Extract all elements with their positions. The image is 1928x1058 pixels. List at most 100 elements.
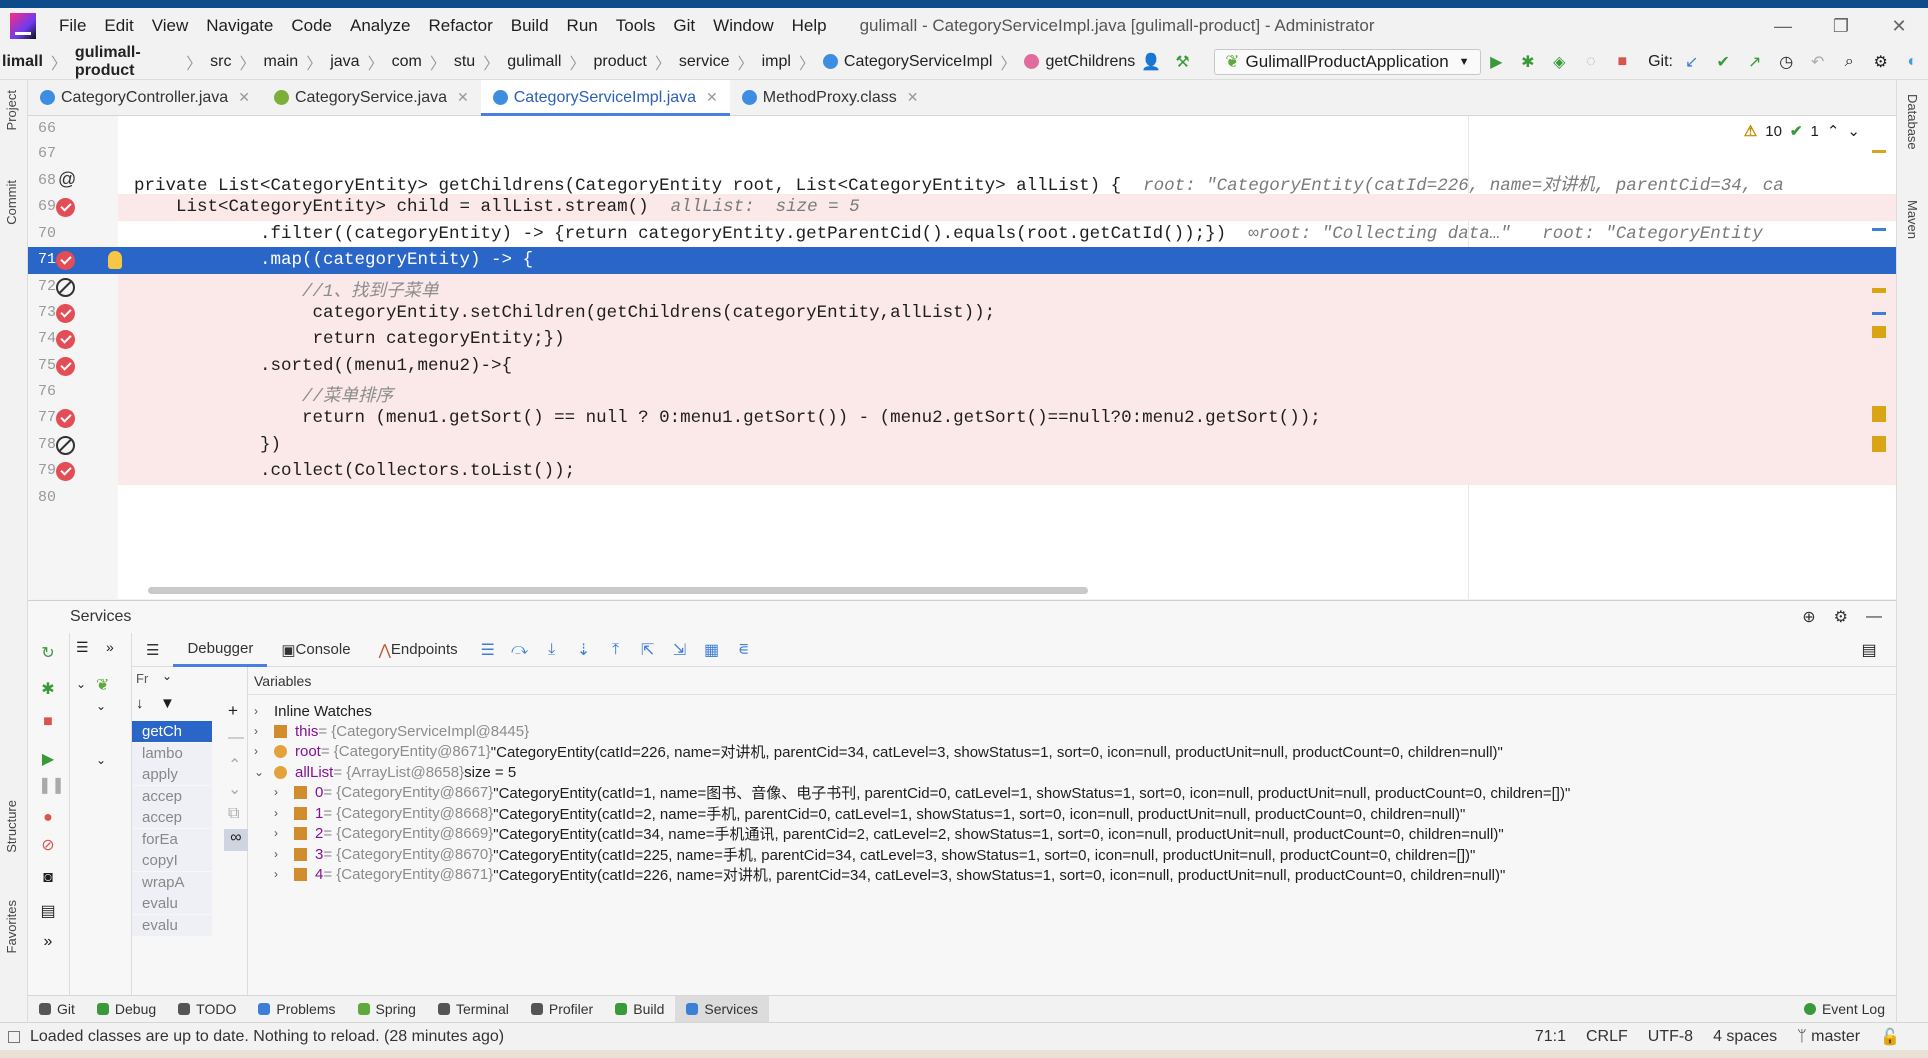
chevron-right-icon[interactable]: ›	[254, 744, 268, 758]
status-message[interactable]: Loaded classes are up to date. Nothing t…	[30, 1028, 504, 1046]
build-hammer-icon[interactable]: ⚒	[1170, 49, 1196, 75]
chevron-down-icon[interactable]: ⌄	[254, 765, 268, 779]
evaluate-icon[interactable]: ▦	[699, 637, 725, 663]
more-icon[interactable]: »	[106, 639, 114, 655]
chevron-right-icon[interactable]: ›	[274, 826, 288, 840]
layout-icon[interactable]: ▤	[38, 901, 58, 921]
debug-icon[interactable]: ✱	[38, 679, 58, 699]
git-branch[interactable]: ᛘ master	[1797, 1028, 1860, 1046]
history-icon[interactable]: ◷	[1773, 49, 1799, 75]
breadcrumb-item[interactable]: 〉 CategoryServiceImpl	[791, 50, 993, 74]
tool-tab-problems[interactable]: Problems	[247, 996, 346, 1023]
chevron-right-icon[interactable]: ›	[274, 847, 288, 861]
tab-console[interactable]: ▣ Console	[267, 633, 364, 667]
project-tool-label[interactable]: Project	[4, 90, 19, 130]
menu-navigate[interactable]: Navigate	[197, 16, 282, 36]
step-into-icon[interactable]: ⤓	[539, 637, 565, 663]
arrow-down-icon[interactable]: ↓	[136, 695, 144, 712]
rollback-icon[interactable]: ↶	[1805, 49, 1831, 75]
chevron-down-icon[interactable]: ⌄	[162, 669, 172, 683]
mute-breakpoints-icon[interactable]: ⊘	[38, 835, 58, 855]
variable-row[interactable]: › 0 = {CategoryEntity@8667} "CategoryEnti…	[274, 782, 1570, 802]
chevron-down-icon[interactable]: ⌄	[76, 677, 86, 691]
collapse-all-icon[interactable]: ☰	[76, 639, 89, 656]
variable-row[interactable]: › 4 = {CategoryEntity@8671} "CategoryEnti…	[274, 864, 1505, 884]
stack-frame[interactable]: getCh	[132, 721, 212, 742]
breakpoint-icon[interactable]	[56, 304, 75, 323]
variable-row[interactable]: › 3 = {CategoryEntity@8670} "CategoryEnti…	[274, 844, 1475, 864]
problems-indicator[interactable]: ⚠ 10 ✔ 1 ⌃ ⌄	[1744, 122, 1860, 141]
commit-tool-label[interactable]: Commit	[4, 180, 19, 225]
view-breakpoints-icon[interactable]: ●	[38, 809, 58, 829]
breadcrumb-item[interactable]: limall	[0, 53, 43, 71]
variable-row[interactable]: › 2 = {CategoryEntity@8669} "CategoryEnti…	[274, 823, 1504, 843]
code-line[interactable]: 72 //1、找到子菜单	[28, 274, 1896, 307]
favorites-tool-label[interactable]: Favorites	[4, 900, 19, 953]
menu-view[interactable]: View	[143, 16, 198, 36]
chevron-right-icon[interactable]: ›	[254, 704, 268, 718]
event-log-button[interactable]: Event Log	[1793, 996, 1896, 1023]
breakpoint-icon[interactable]	[56, 198, 75, 217]
stack-frame[interactable]: accep	[132, 785, 212, 807]
drop-frame-icon[interactable]: ⇱	[635, 637, 661, 663]
spring-boot-icon[interactable]: ❦	[96, 675, 109, 695]
step-over-icon[interactable]: ⤼	[507, 637, 533, 663]
breadcrumb-item[interactable]: 〉 com	[360, 50, 422, 74]
breadcrumb-item[interactable]: 〉 stu	[422, 50, 475, 74]
restore-layout-icon[interactable]: ▤	[1856, 637, 1882, 663]
status-toggle-icon[interactable]	[8, 1030, 20, 1043]
code-line[interactable]: 67	[28, 141, 1896, 174]
step-out-icon[interactable]: ⤒	[603, 637, 629, 663]
tool-tab-git[interactable]: Git	[28, 996, 86, 1023]
stack-frame[interactable]: evalu	[132, 914, 212, 936]
gear-icon[interactable]: ⚙	[1834, 607, 1848, 627]
stack-frame[interactable]: lambo	[132, 742, 212, 764]
git-push-icon[interactable]: ↗	[1742, 49, 1768, 75]
stack-frame[interactable]: forEa	[132, 828, 212, 850]
crosshair-icon[interactable]: ⊕	[1802, 607, 1815, 627]
code-line[interactable]: 70 .filter((categoryEntity) -> {return c…	[28, 221, 1896, 254]
breadcrumb-item[interactable]: 〉 service	[647, 50, 730, 74]
code-line[interactable]: 68 @ private List<CategoryEntity> getChild…	[28, 168, 1896, 201]
force-step-into-icon[interactable]: ⇣	[571, 637, 597, 663]
stack-frame[interactable]: copyI	[132, 850, 212, 871]
horizontal-scrollbar[interactable]	[148, 587, 1088, 594]
run-to-cursor-icon[interactable]: ⇲	[667, 637, 693, 663]
line-separator[interactable]: CRLF	[1586, 1028, 1628, 1046]
tool-tab-todo[interactable]: TODO	[167, 996, 247, 1023]
next-highlight-icon[interactable]: ⌄	[1847, 122, 1860, 140]
breadcrumb-item[interactable]: 〉 getChildrens	[992, 50, 1135, 74]
chevron-right-icon[interactable]: ›	[274, 867, 288, 881]
code-line[interactable]: 79 .collect(Collectors.toList());	[28, 458, 1896, 491]
tab-endpoints[interactable]: ⋀ Endpoints	[365, 633, 472, 667]
trace-icon[interactable]: ⋷	[731, 637, 757, 663]
tool-tab-profiler[interactable]: Profiler	[520, 996, 604, 1023]
menu-refactor[interactable]: Refactor	[419, 16, 501, 36]
breadcrumb-item[interactable]: 〉 gulimall-product	[43, 44, 178, 80]
menu-window[interactable]: Window	[704, 16, 782, 36]
breadcrumb-item[interactable]: 〉 main	[232, 50, 299, 74]
user-icon[interactable]: 👤	[1138, 49, 1164, 75]
stack-frame[interactable]: wrapA	[132, 871, 212, 893]
close-icon[interactable]: ✕	[238, 89, 250, 106]
tab-categoryserviceimpl-java[interactable]: CategoryServiceImpl.java ✕	[480, 80, 730, 116]
code-editor[interactable]: 66 67 68 @ private List<CategoryEntity> getC…	[28, 116, 1896, 599]
menu-git[interactable]: Git	[664, 16, 704, 36]
run-configuration-select[interactable]: ❦ GulimallProductApplication ▼	[1214, 48, 1481, 75]
stack-frame[interactable]: accep	[132, 807, 212, 828]
lightbulb-icon[interactable]	[108, 251, 122, 269]
search-icon[interactable]: ⌕	[1836, 49, 1862, 75]
gear-icon[interactable]: ⚙	[1868, 49, 1894, 75]
menu-help[interactable]: Help	[783, 16, 836, 36]
caret-position[interactable]: 71:1	[1535, 1028, 1566, 1046]
menu-code[interactable]: Code	[282, 16, 341, 36]
variable-row[interactable]: › 1 = {CategoryEntity@8668} "CategoryEnti…	[274, 803, 1465, 823]
chevron-right-icon[interactable]: ›	[274, 785, 288, 799]
tab-debugger[interactable]: Debugger	[173, 633, 268, 667]
stack-frame[interactable]: apply	[132, 764, 212, 785]
code-line[interactable]: 66	[28, 116, 1896, 149]
rerun-icon[interactable]: ↻	[38, 643, 58, 663]
filter-icon[interactable]: ▼	[160, 695, 175, 712]
tab-categoryservice-java[interactable]: CategoryService.java ✕	[262, 80, 481, 115]
chevron-right-icon[interactable]: ›	[274, 806, 288, 820]
